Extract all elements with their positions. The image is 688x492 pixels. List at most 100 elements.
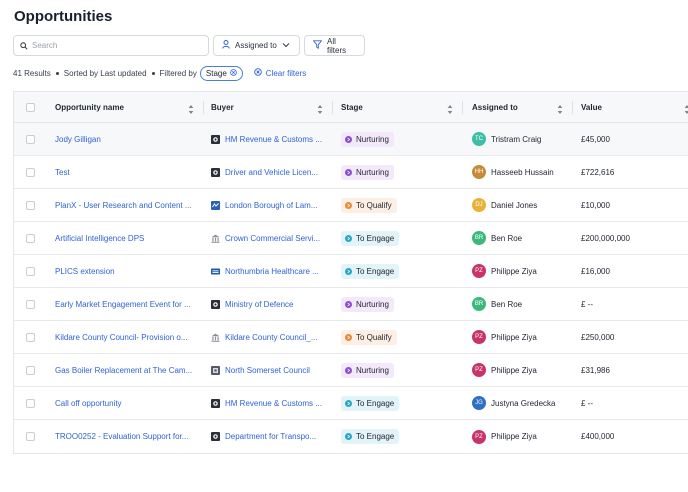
column-divider: [572, 101, 573, 114]
council-crest-icon: [211, 365, 220, 375]
assignee-name: Philippe Ziya: [491, 332, 537, 342]
value-cell: £ --: [581, 387, 688, 419]
buyer-cell: Northumbria Healthcare ...: [211, 255, 341, 287]
stage-label: Nurturing: [356, 167, 389, 177]
buyer-link[interactable]: Department for Transpo...: [225, 432, 316, 441]
opportunity-name-link[interactable]: PLICS extension: [55, 267, 115, 276]
buyer-link[interactable]: HM Revenue & Customs ...: [225, 399, 322, 408]
buyer-link[interactable]: North Somerset Council: [225, 366, 310, 375]
assigned-to-button[interactable]: Assigned to: [213, 35, 300, 56]
opportunity-name-link[interactable]: Call off opportunity: [55, 399, 122, 408]
table-row[interactable]: TROO0252 - Evaluation Support for... Depa…: [14, 420, 688, 453]
opportunity-name-link[interactable]: Gas Boiler Replacement at The Cam...: [55, 366, 192, 375]
search-icon: [20, 37, 28, 55]
stage-badge[interactable]: To Qualify: [341, 329, 397, 345]
avatar: BR: [472, 297, 486, 311]
assignee-name: Daniel Jones: [491, 200, 538, 210]
row-select-cell: [26, 123, 38, 155]
opportunity-name-cell: TROO0252 - Evaluation Support for...: [55, 420, 205, 453]
table-row[interactable]: Artificial Intelligence DPS Crown Commerc…: [14, 222, 688, 255]
table-row[interactable]: Gas Boiler Replacement at The Cam... Nort…: [14, 354, 688, 387]
sort-icon[interactable]: [447, 102, 453, 114]
row-checkbox[interactable]: [26, 200, 35, 210]
stage-cell: Nurturing: [341, 123, 471, 155]
row-checkbox[interactable]: [26, 266, 35, 276]
table-row[interactable]: PLICS extension Northumbria Healthcare ..…: [14, 255, 688, 288]
table-row[interactable]: Early Market Engagement Event for ... Min…: [14, 288, 688, 321]
opportunity-name-link[interactable]: Kildare County Council- Provision o...: [55, 333, 188, 342]
opportunity-name-link[interactable]: PlanX - User Research and Content ...: [55, 201, 192, 210]
stage-badge[interactable]: To Engage: [341, 429, 400, 444]
remove-filter-icon[interactable]: [230, 68, 237, 78]
avatar: HH: [472, 165, 486, 179]
row-select-cell: [26, 354, 38, 386]
search-box[interactable]: [13, 35, 209, 56]
assignee-name: Philippe Ziya: [491, 432, 537, 441]
row-checkbox[interactable]: [26, 167, 35, 177]
stage-badge[interactable]: To Qualify: [341, 197, 397, 213]
stage-filter-chip[interactable]: Stage: [199, 65, 243, 81]
buyer-link[interactable]: Crown Commercial Servi...: [225, 234, 320, 243]
opportunity-name-link[interactable]: TROO0252 - Evaluation Support for...: [55, 432, 188, 441]
select-all-checkbox[interactable]: [26, 102, 35, 112]
column-divider: [462, 101, 463, 114]
clear-filters-link[interactable]: Clear filters: [254, 68, 306, 78]
chevron-down-icon: [282, 41, 290, 50]
sort-icon[interactable]: [317, 102, 323, 114]
opportunity-name-cell: PLICS extension: [55, 255, 205, 287]
clear-icon: [254, 68, 262, 78]
stage-cell: To Qualify: [341, 321, 471, 353]
opportunity-name-link[interactable]: Artificial Intelligence DPS: [55, 234, 144, 243]
table-row[interactable]: Jody Gilligan HM Revenue & Customs ... Nur…: [14, 123, 688, 156]
row-checkbox[interactable]: [26, 134, 35, 144]
opportunity-value: £250,000: [581, 332, 615, 342]
row-checkbox[interactable]: [26, 398, 35, 408]
row-checkbox[interactable]: [26, 233, 35, 243]
row-checkbox[interactable]: [26, 432, 35, 441]
stage-badge[interactable]: Nurturing: [341, 164, 394, 180]
search-input[interactable]: [32, 41, 202, 50]
table-row[interactable]: Test Driver and Vehicle Licen... Nurturing…: [14, 156, 688, 189]
stage-badge[interactable]: To Engage: [341, 263, 400, 279]
buyer-link[interactable]: Driver and Vehicle Licen...: [225, 168, 318, 177]
table-body: Jody Gilligan HM Revenue & Customs ... Nur…: [14, 123, 688, 453]
opportunities-table: Opportunity name Buyer Stage Assigned to…: [13, 91, 688, 454]
sort-label: Sorted by Last updated: [63, 68, 147, 78]
buyer-link[interactable]: Northumbria Healthcare ...: [225, 267, 319, 276]
column-header-value[interactable]: Value: [581, 92, 688, 122]
stage-badge[interactable]: To Engage: [341, 230, 400, 246]
sort-icon[interactable]: [684, 102, 688, 114]
opportunity-name-cell: Call off opportunity: [55, 387, 205, 419]
column-header-name[interactable]: Opportunity name: [55, 92, 205, 122]
stage-badge[interactable]: Nurturing: [341, 296, 394, 312]
table-row[interactable]: Kildare County Council- Provision o... Ki…: [14, 321, 688, 354]
buyer-cell: Kildare County Council_...: [211, 321, 341, 353]
clear-filters-label: Clear filters: [265, 68, 307, 78]
opportunity-name-cell: Artificial Intelligence DPS: [55, 222, 205, 254]
buyer-link[interactable]: Kildare County Council_...: [225, 333, 318, 342]
row-checkbox[interactable]: [26, 332, 35, 342]
stage-badge[interactable]: To Engage: [341, 395, 400, 411]
buyer-link[interactable]: Ministry of Defence: [225, 300, 293, 309]
assignee-name: Hasseeb Hussain: [491, 167, 554, 177]
opportunity-name-cell: Early Market Engagement Event for ...: [55, 288, 205, 320]
avatar: PZ: [472, 264, 486, 278]
table-row[interactable]: PlanX - User Research and Content ... Lon…: [14, 189, 688, 222]
row-checkbox[interactable]: [26, 365, 35, 375]
buyer-link[interactable]: HM Revenue & Customs ...: [225, 135, 322, 144]
stage-badge[interactable]: Nurturing: [341, 362, 394, 378]
building-icon: [211, 234, 220, 243]
row-checkbox[interactable]: [26, 299, 35, 309]
buyer-link[interactable]: London Borough of Lam...: [225, 201, 318, 210]
all-filters-button[interactable]: All filters: [304, 35, 365, 56]
sort-icon[interactable]: [188, 102, 194, 114]
opportunity-name-link[interactable]: Jody Gilligan: [55, 135, 101, 144]
opportunity-name-link[interactable]: Test: [55, 168, 70, 177]
stage-badge[interactable]: Nurturing: [341, 131, 394, 147]
opportunity-name-link[interactable]: Early Market Engagement Event for ...: [55, 300, 191, 309]
crest-icon: [211, 167, 220, 177]
column-header-assigned[interactable]: Assigned to: [472, 92, 582, 122]
table-row[interactable]: Call off opportunity HM Revenue & Customs…: [14, 387, 688, 420]
buyer-cell: London Borough of Lam...: [211, 189, 341, 221]
sort-icon[interactable]: [557, 102, 563, 114]
